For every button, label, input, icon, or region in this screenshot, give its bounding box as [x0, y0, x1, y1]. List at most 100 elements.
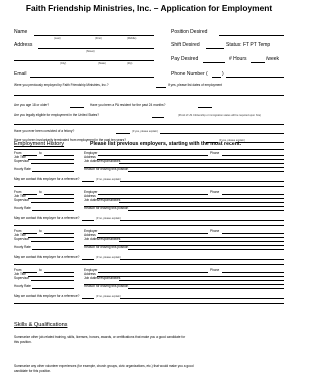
- employer-field-4[interactable]: [98, 272, 208, 273]
- shift-field[interactable]: [206, 48, 224, 49]
- duties-field-1[interactable]: [119, 163, 284, 164]
- job-title-field-4[interactable]: [28, 276, 74, 277]
- to-field-2[interactable]: [44, 194, 74, 195]
- reason-field-4[interactable]: [128, 288, 284, 289]
- contact-explain-1[interactable]: [120, 181, 284, 182]
- skills-p2b: candidate for this position.: [14, 369, 52, 373]
- supervisor-label-1: Supervisor: [14, 159, 30, 163]
- to-field-4[interactable]: [44, 272, 74, 273]
- supervisor-field-3[interactable]: [31, 241, 74, 242]
- supervisor-label-3: Supervisor: [14, 237, 30, 241]
- name-label: Name: [14, 29, 28, 35]
- employment-top-rule: [14, 149, 284, 150]
- q1-text: Were you previously employed by Faith Fr…: [14, 83, 109, 87]
- phone-label-3: Phone: [210, 229, 220, 233]
- supervisor-field-4[interactable]: [31, 280, 74, 281]
- duties-label-4: Job duties/responsibilities: [84, 276, 121, 280]
- q3-answer[interactable]: [198, 107, 212, 108]
- employer-field-3[interactable]: [98, 233, 208, 234]
- job-title-field-1[interactable]: [28, 159, 74, 160]
- supervisor-field-2[interactable]: [31, 202, 74, 203]
- q4-answer[interactable]: [152, 117, 164, 118]
- skills-p2: Summarize any other volunteer experience…: [14, 364, 194, 368]
- phone-field-4[interactable]: [222, 272, 284, 273]
- q1-answer[interactable]: [156, 87, 166, 88]
- position-field[interactable]: [219, 35, 284, 36]
- phone-field-1[interactable]: [222, 155, 284, 156]
- supervisor-field-1[interactable]: [31, 163, 74, 164]
- q2-text: Are you age 18 or older?: [14, 103, 50, 107]
- contact-note-4: (If no, please explain): [96, 295, 121, 298]
- hours-field[interactable]: [251, 62, 265, 63]
- employer-field-1[interactable]: [98, 155, 208, 156]
- q2-answer[interactable]: [70, 107, 84, 108]
- contact-answer-4[interactable]: [82, 298, 94, 299]
- reason-field-2[interactable]: [128, 210, 284, 211]
- hourly-rate-field-2[interactable]: [32, 210, 74, 211]
- job-title-field-2[interactable]: [28, 198, 74, 199]
- reason-field-3[interactable]: [128, 249, 284, 250]
- reason-label-1: Reason for leaving this position: [84, 167, 129, 171]
- contact-answer-1[interactable]: [82, 181, 94, 182]
- q6-explain-field[interactable]: [236, 142, 284, 143]
- phone-field-3[interactable]: [222, 233, 284, 234]
- address-sub-city: (City): [60, 62, 67, 65]
- duties-field-2[interactable]: [119, 202, 284, 203]
- address-field[interactable]: [38, 48, 154, 49]
- contact-answer-3[interactable]: [82, 259, 94, 260]
- q1-dates-field[interactable]: [14, 95, 284, 96]
- phone-area-field[interactable]: [212, 77, 221, 78]
- skills-p1b: this position.: [14, 340, 32, 344]
- contact-label-2: May we contact this employer for a refer…: [14, 216, 80, 220]
- contact-explain-4[interactable]: [120, 298, 284, 299]
- employer-block-divider-2: [14, 225, 284, 226]
- q4-extra-field[interactable]: [14, 124, 284, 125]
- to-label-4: to: [39, 268, 42, 272]
- to-label-2: to: [39, 190, 42, 194]
- hourly-rate-label-3: Hourly Rate: [14, 245, 31, 249]
- address-field-4[interactable]: [97, 276, 284, 277]
- reason-label-3: Reason for leaving this position: [84, 245, 129, 249]
- job-title-field-3[interactable]: [28, 237, 74, 238]
- name-field[interactable]: [34, 35, 154, 36]
- hourly-rate-field-1[interactable]: [32, 171, 74, 172]
- employer-block-divider-4: [14, 303, 284, 304]
- contact-explain-2[interactable]: [120, 220, 284, 221]
- phone-label: Phone Number (: [171, 71, 208, 77]
- contact-explain-3[interactable]: [120, 259, 284, 260]
- hours-suffix: /week: [266, 56, 280, 62]
- form-title: Faith Friendship Ministries, Inc. – Appl…: [25, 3, 273, 13]
- hourly-rate-field-3[interactable]: [32, 249, 74, 250]
- address-field-2[interactable]: [97, 198, 284, 199]
- phone-field[interactable]: [226, 77, 284, 78]
- duties-field-4[interactable]: [119, 280, 284, 281]
- to-field-1[interactable]: [44, 155, 74, 156]
- email-field[interactable]: [30, 77, 154, 78]
- q5-explain-field[interactable]: [160, 133, 284, 134]
- q5-answer[interactable]: [116, 133, 130, 134]
- address-field-3[interactable]: [97, 237, 284, 238]
- phone-field-2[interactable]: [222, 194, 284, 195]
- employer-field-2[interactable]: [98, 194, 208, 195]
- contact-answer-2[interactable]: [82, 220, 94, 221]
- to-label-3: to: [39, 229, 42, 233]
- employment-instruction: Please list previous employers, starting…: [90, 141, 242, 147]
- reason-field-1[interactable]: [128, 171, 284, 172]
- phone-label-4: Phone: [210, 268, 220, 272]
- q1-tail: If yes, please list dates of employment: [168, 83, 223, 87]
- pay-label: Pay Desired: [171, 56, 199, 62]
- to-field-3[interactable]: [44, 233, 74, 234]
- contact-label-4: May we contact this employer for a refer…: [14, 294, 80, 298]
- to-label-1: to: [39, 151, 42, 155]
- contact-label-3: May we contact this employer for a refer…: [14, 255, 80, 259]
- pay-field[interactable]: [203, 62, 225, 63]
- address-field-1[interactable]: [97, 159, 284, 160]
- duties-field-3[interactable]: [119, 241, 284, 242]
- name-sub-middle: (Middle): [127, 37, 137, 40]
- supervisor-label-2: Supervisor: [14, 198, 30, 202]
- reason-label-4: Reason for leaving this position: [84, 284, 129, 288]
- hours-label: # Hours: [229, 56, 247, 62]
- hourly-rate-field-4[interactable]: [32, 288, 74, 289]
- address-line2-field[interactable]: [14, 60, 154, 61]
- q5-note: (If yes, please explain): [132, 130, 158, 133]
